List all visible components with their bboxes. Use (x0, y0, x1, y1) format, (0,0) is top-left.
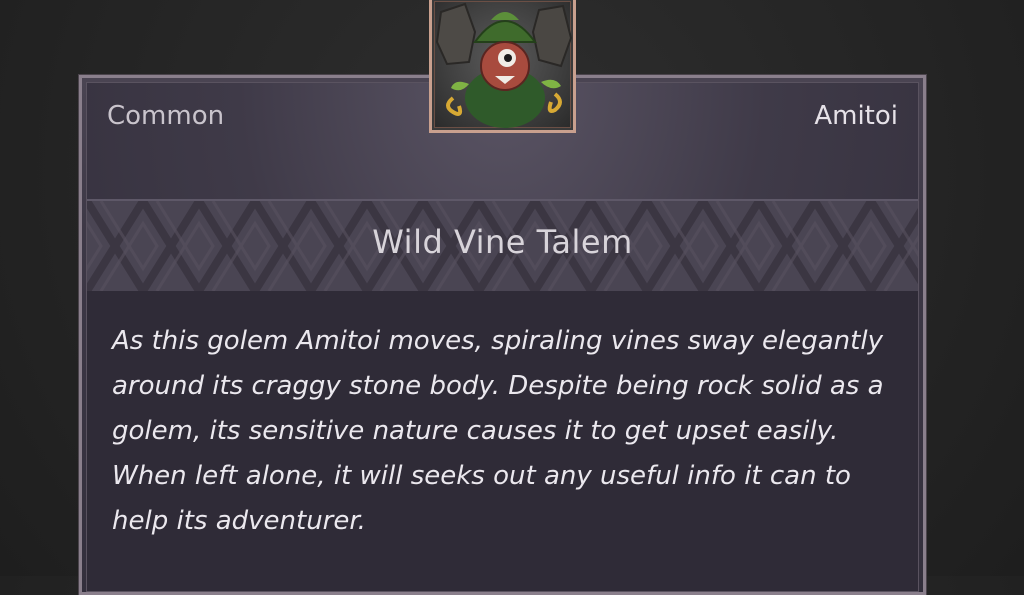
item-card-inner: Common Amitoi Wild Vine Talem As this go… (86, 82, 919, 592)
portrait-frame (434, 1, 573, 128)
item-description: As this golem Amitoi moves, spiraling vi… (112, 326, 884, 536)
golem-amitoi-portrait-icon (435, 2, 573, 128)
rarity-label: Common (107, 101, 225, 131)
category-label: Amitoi (814, 101, 898, 131)
item-title: Wild Vine Talem (372, 223, 633, 261)
amitoi-portrait[interactable] (429, 0, 576, 133)
description-area: As this golem Amitoi moves, spiraling vi… (87, 291, 918, 591)
title-band: Wild Vine Talem (87, 199, 918, 293)
item-card: Common Amitoi Wild Vine Talem As this go… (78, 74, 927, 595)
